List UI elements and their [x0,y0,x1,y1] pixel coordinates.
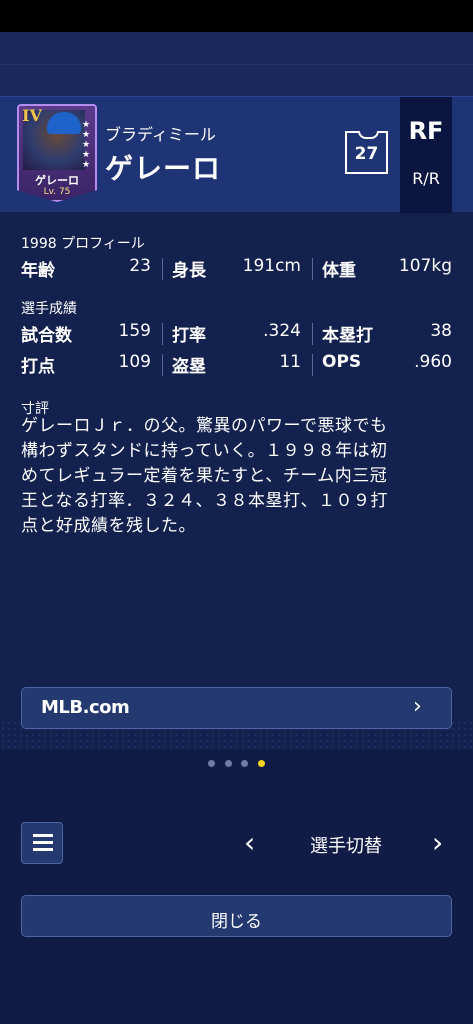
page-dot[interactable] [241,760,248,767]
status-bar [0,0,473,32]
mlb-link-label: MLB.com [41,697,130,718]
footer-panel [0,750,473,1024]
next-player-button[interactable]: › [432,826,443,859]
stats-row-1: 試合数 159 打率 .324 本塁打 38 [21,321,453,349]
player-first-name: ブラディミール [105,125,216,144]
hr-label: 本塁打 [322,326,373,346]
star-icons: ★ ★ ★ ★ ★ [81,120,91,170]
stats-title: 選手成績 [21,301,77,317]
position: RF [408,117,444,145]
divider [162,258,163,280]
games-value: 159 [118,321,151,341]
divider [312,258,313,280]
profile-title: 1998 プロフィール [21,236,145,252]
page-dot[interactable] [225,760,232,767]
rbi-label: 打点 [21,357,55,377]
page-dot[interactable] [208,760,215,767]
comment-line: 王となる打率．３２４、３８本塁打、１０９打 [21,491,388,511]
age-value: 23 [129,256,151,276]
bats-throws: R/R [412,169,440,188]
hr-value: 38 [430,321,452,341]
divider [162,354,163,376]
jersey-icon: 27 [345,131,388,174]
helmet-icon [47,112,81,134]
sb-value: 11 [279,352,301,372]
avg-value: .324 [263,321,301,341]
height-label: 身長 [172,261,206,281]
menu-button[interactable] [21,822,63,864]
player-card[interactable]: IV ★ ★ ★ ★ ★ ゲレーロ Lv. 75 [17,104,97,202]
player-switch-label: 選手切替 [310,836,382,857]
rbi-value: 109 [118,352,151,372]
card-name: ゲレーロ [35,174,79,187]
divider [312,354,313,376]
weight-value: 107kg [398,256,452,276]
divider [162,323,163,345]
age-label: 年齢 [21,261,55,281]
divider [312,323,313,345]
chevron-right-icon: › [413,694,422,719]
ops-label: OPS [322,352,362,372]
mlb-link-button[interactable]: MLB.com › [21,687,452,729]
profile-row: 年齢 23 身長 191cm 体重 107kg [21,256,453,284]
page-dot-active[interactable] [258,760,265,767]
stats-row-2: 打点 109 盗塁 11 OPS .960 [21,352,453,380]
close-button[interactable]: 閉じる [21,895,452,937]
player-name: ゲレーロ [105,152,222,185]
comment-line: 構わずスタンドに持っていく。１９９８年は初 [21,441,388,461]
menu-icon [33,834,53,837]
comment-line: めてレギュラー定着を果たすと、チーム内三冠 [21,466,388,486]
weight-label: 体重 [322,261,356,281]
height-value: 191cm [242,256,301,276]
comment-body: ゲレーロＪｒ．の父。驚異のパワーで悪球でも 構わずスタンドに持っていく。１９９８… [21,414,456,539]
previous-player-button[interactable]: ‹ [244,826,255,859]
ops-value: .960 [414,352,452,372]
position-box: RF R/R [400,97,452,213]
close-button-label: 閉じる [211,912,262,932]
sb-label: 盗塁 [172,357,206,377]
avg-label: 打率 [172,326,206,346]
comment-line: 点と好成績を残した。 [21,516,196,536]
card-level: Lv. 75 [43,187,71,197]
comment-line: ゲレーロＪｒ．の父。驚異のパワーで悪球でも [21,416,388,436]
card-rank: IV [22,106,42,125]
games-label: 試合数 [21,326,72,346]
top-band [0,32,473,96]
player-header: IV ★ ★ ★ ★ ★ ゲレーロ Lv. 75 ブラディミール ゲレーロ 27 RF … [0,96,473,213]
jersey-number: 27 [354,144,379,164]
